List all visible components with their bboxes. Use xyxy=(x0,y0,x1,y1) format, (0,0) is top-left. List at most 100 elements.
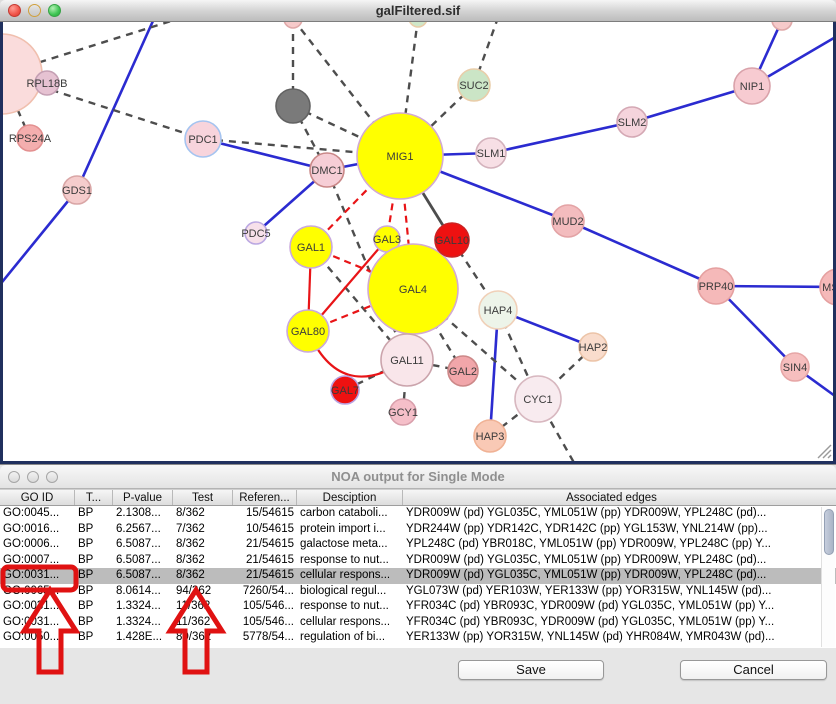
cell: YPL248C (pd) YBR018C, YML051W (pp) YDR00… xyxy=(403,537,820,553)
cell: YGL073W (pd) YER103W, YER133W (pp) YOR31… xyxy=(403,584,820,600)
cell: cellular respons... xyxy=(297,615,403,631)
cell: YDR244W (pp) YDR142C, YDR142C (pp) YGL15… xyxy=(403,522,820,538)
node-label-MSI1: MSI1 xyxy=(822,282,833,294)
cell: carbon cataboli... xyxy=(297,506,403,522)
cell: 105/546... xyxy=(233,599,297,615)
node-cutPinkTR[interactable] xyxy=(772,22,792,30)
cell: 7/362 xyxy=(173,522,233,538)
cell: GO:0045... xyxy=(0,506,75,522)
cell: YDR009W (pd) YGL035C, YML051W (pp) YDR00… xyxy=(403,506,820,522)
network-canvas[interactable]: RPL18BRPS24AGDS1PDC1DMC1MIG1SUC2SLM1SLM2… xyxy=(0,22,836,464)
table-row-5[interactable]: GO:0031...BP6.5087...8/36221/54615cellul… xyxy=(0,568,836,584)
cell: biological regul... xyxy=(297,584,403,600)
noa-window-title: NOA output for Single Mode xyxy=(0,469,836,484)
cell: GO:0031... xyxy=(0,599,75,615)
node-label-GAL10: GAL10 xyxy=(435,235,469,247)
node-label-GDS1: GDS1 xyxy=(62,185,92,197)
cell: galactose meta... xyxy=(297,537,403,553)
cell: BP xyxy=(75,506,113,522)
node-label-GAL80: GAL80 xyxy=(291,326,325,338)
table-header: GO IDT...P-valueTestReferen...Desciption… xyxy=(0,489,836,506)
node-label-RPL18B: RPL18B xyxy=(27,78,68,90)
node-label-PRP40: PRP40 xyxy=(699,281,734,293)
cell: 6.2567... xyxy=(113,522,173,538)
column-header-associated-edges[interactable]: Associated edges xyxy=(403,490,820,505)
node-label-GAL11: GAL11 xyxy=(390,355,423,367)
scrollbar-thumb[interactable] xyxy=(824,509,834,555)
cell: 8/362 xyxy=(173,537,233,553)
cell: GO:0050... xyxy=(0,630,75,646)
table-row-8[interactable]: GO:0031...BP1.3324...11/362105/546...cel… xyxy=(0,615,836,631)
cell: GO:0031... xyxy=(0,615,75,631)
column-header-go-id[interactable]: GO ID xyxy=(0,490,75,505)
node-label-SLM2: SLM2 xyxy=(618,117,647,129)
node-label-GAL7: GAL7 xyxy=(331,385,359,397)
cell: response to nut... xyxy=(297,553,403,569)
cell: 8/362 xyxy=(173,553,233,569)
node-label-GAL3: GAL3 xyxy=(373,234,401,246)
cell: GO:0031... xyxy=(0,568,75,584)
table-row-9[interactable]: GO:0050...BP1.428E...80/3625778/54...reg… xyxy=(0,630,836,646)
save-button[interactable]: Save xyxy=(458,660,604,680)
column-header-test[interactable]: Test xyxy=(173,490,233,505)
cell: response to nut... xyxy=(297,599,403,615)
column-header-referen-[interactable]: Referen... xyxy=(233,490,297,505)
cell: GO:0065... xyxy=(0,584,75,600)
cell: 80/362 xyxy=(173,630,233,646)
cell: 94/362 xyxy=(173,584,233,600)
cell: BP xyxy=(75,568,113,584)
column-header-desciption[interactable]: Desciption xyxy=(297,490,403,505)
node-label-MIG1: MIG1 xyxy=(387,151,414,163)
cell: 21/54615 xyxy=(233,553,297,569)
cell: protein import i... xyxy=(297,522,403,538)
table-row-2[interactable]: GO:0016...BP6.2567...7/36210/54615protei… xyxy=(0,522,836,538)
table-row-7[interactable]: GO:0031...BP1.3324...11/362105/546...res… xyxy=(0,599,836,615)
edge-MUD2-PRP40 xyxy=(568,221,716,286)
resize-grip[interactable] xyxy=(818,445,831,458)
table-row-6[interactable]: GO:0065...BP8.0614...94/3627260/54...bio… xyxy=(0,584,836,600)
table-scrollbar[interactable] xyxy=(821,507,835,647)
nodes-layer: RPL18BRPS24AGDS1PDC1DMC1MIG1SUC2SLM1SLM2… xyxy=(3,22,833,452)
noa-window: NOA output for Single Mode GO IDT...P-va… xyxy=(0,464,836,704)
cell: GO:0007... xyxy=(0,553,75,569)
node-bigLeft[interactable] xyxy=(3,34,42,114)
column-header-t-[interactable]: T... xyxy=(75,490,113,505)
node-label-GAL4: GAL4 xyxy=(399,284,427,296)
cell: 15/54615 xyxy=(233,506,297,522)
cell: BP xyxy=(75,615,113,631)
node-label-HAP4: HAP4 xyxy=(484,305,513,317)
table-row-4[interactable]: GO:0007...BP6.5087...8/36221/54615respon… xyxy=(0,553,836,569)
node-label-PDC1: PDC1 xyxy=(188,134,217,146)
node-label-GCY1: GCY1 xyxy=(388,407,418,419)
cancel-button[interactable]: Cancel xyxy=(680,660,827,680)
table-row-1[interactable]: GO:0045...BP2.1308...8/36215/54615carbon… xyxy=(0,506,836,522)
cell: 105/546... xyxy=(233,615,297,631)
cell: YER133W (pp) YOR315W, YNL145W (pd) YHR08… xyxy=(403,630,820,646)
cell: 11/362 xyxy=(173,599,233,615)
cell: BP xyxy=(75,584,113,600)
network-window: galFiltered.sif RPL18BRPS24AGDS1PDC1DMC1… xyxy=(0,0,836,464)
cell: 6.5087... xyxy=(113,568,173,584)
table-row-3[interactable]: GO:0006...BP6.5087...8/36221/54615galact… xyxy=(0,537,836,553)
node-label-GAL2: GAL2 xyxy=(449,366,477,378)
cell: BP xyxy=(75,522,113,538)
network-titlebar[interactable]: galFiltered.sif xyxy=(0,0,836,22)
node-cutPinkTop[interactable] xyxy=(284,22,302,28)
cell: 10/54615 xyxy=(233,522,297,538)
node-label-SIN4: SIN4 xyxy=(783,362,807,374)
node-label-HAP2: HAP2 xyxy=(579,342,608,354)
node-label-PDC5: PDC5 xyxy=(241,228,270,240)
cell: YFR034C (pd) YBR093C, YDR009W (pd) YGL03… xyxy=(403,599,820,615)
column-header-p-value[interactable]: P-value xyxy=(113,490,173,505)
node-label-NIP1: NIP1 xyxy=(740,81,764,93)
results-table: GO IDT...P-valueTestReferen...Desciption… xyxy=(0,489,836,648)
edges-layer xyxy=(3,22,833,461)
noa-titlebar[interactable]: NOA output for Single Mode xyxy=(0,465,836,489)
cell: 7260/54... xyxy=(233,584,297,600)
node-cutGreenTop[interactable] xyxy=(409,22,427,27)
node-gray1[interactable] xyxy=(276,89,310,123)
node-label-HAP3: HAP3 xyxy=(476,431,505,443)
edge-PDC1-DMC1 xyxy=(203,139,327,170)
edge-SLM1-SLM2 xyxy=(491,122,632,153)
edge-GDS1-pLeftA xyxy=(3,190,77,292)
